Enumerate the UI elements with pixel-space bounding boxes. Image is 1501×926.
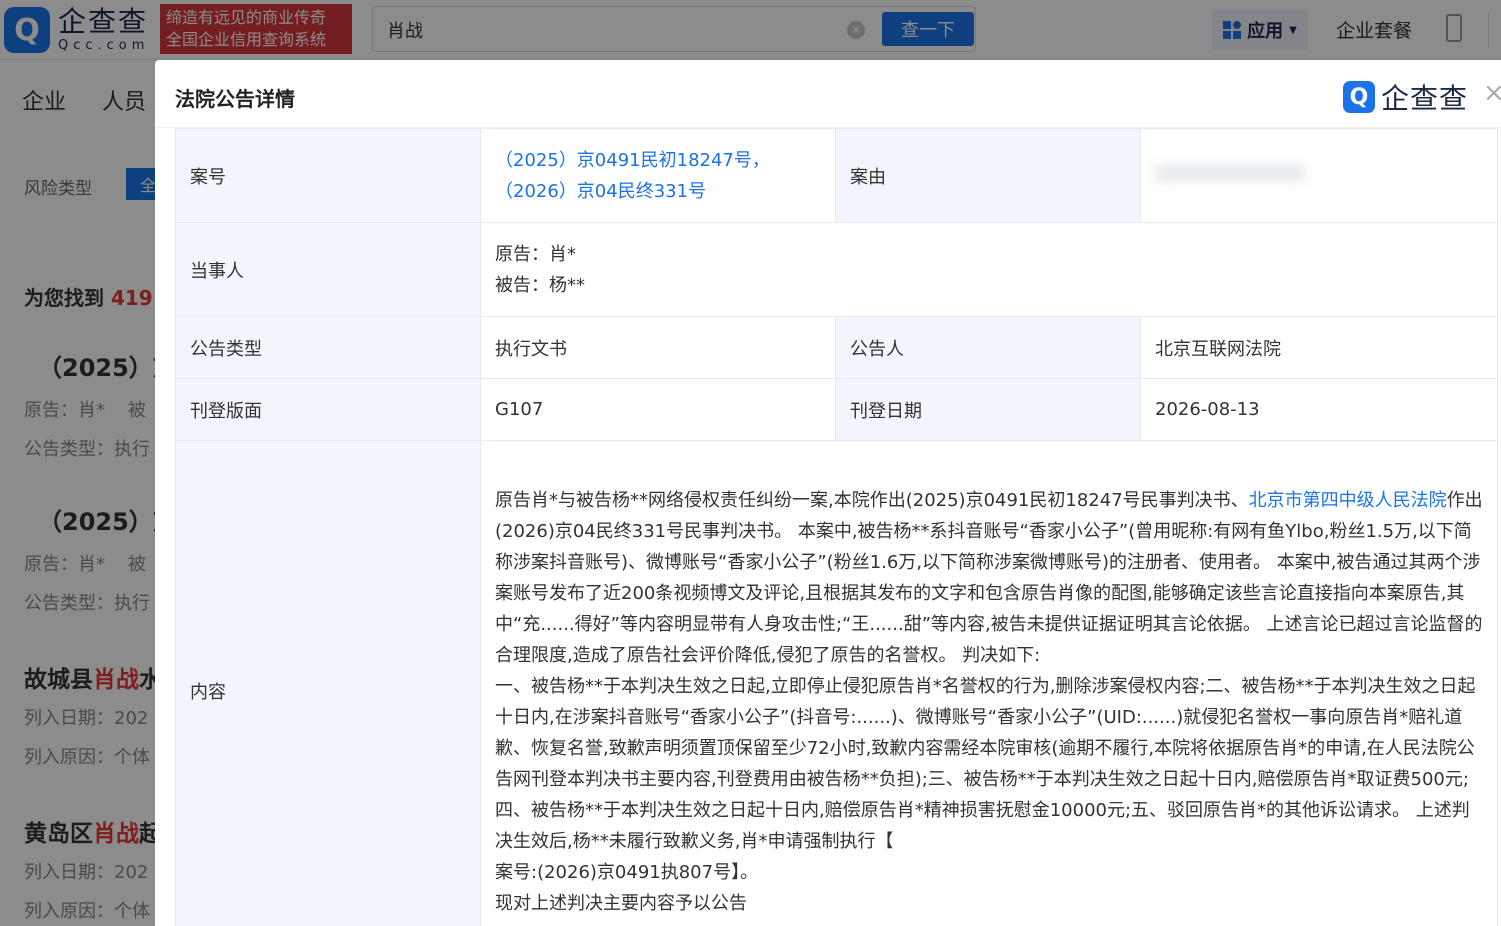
modal-title: 法院公告详情 (175, 87, 295, 111)
parties-label: 当事人 (175, 222, 481, 317)
court-notice-modal: 法院公告详情 Q 企查查 × 案号 （2025）京0491民初18247号，（2… (155, 60, 1501, 926)
announcer-label: 公告人 (835, 316, 1141, 379)
modal-header: 法院公告详情 Q 企查查 × (155, 60, 1501, 128)
case-number-link[interactable]: （2025）京0491民初18247号，（2026）京04民终331号 (495, 150, 770, 202)
table-row: 内容 原告肖*与被告杨**网络侵权责任纠纷一案,本院作出(2025)京0491民… (175, 440, 1498, 926)
modal-logo: Q 企查查 (1343, 77, 1468, 117)
close-icon[interactable]: × (1483, 80, 1501, 106)
qcc-logo-icon: Q (1343, 81, 1375, 113)
content-part-5: 现对上述判决主要内容予以公告 (495, 893, 747, 914)
case-cause-value (1140, 128, 1498, 223)
notice-detail-table: 案号 （2025）京0491民初18247号，（2026）京04民终331号 案… (175, 128, 1498, 926)
page-value: G107 (480, 378, 836, 441)
content-value: 原告肖*与被告杨**网络侵权责任纠纷一案,本院作出(2025)京0491民初18… (480, 440, 1498, 926)
modal-logo-text: 企查查 (1381, 82, 1469, 115)
notice-type-value: 执行文书 (480, 316, 836, 379)
case-number-value: （2025）京0491民初18247号，（2026）京04民终331号 (480, 128, 836, 223)
blurred-cause (1155, 164, 1305, 182)
table-row: 案号 （2025）京0491民初18247号，（2026）京04民终331号 案… (175, 128, 1498, 223)
table-row: 公告类型 执行文书 公告人 北京互联网法院 (175, 316, 1498, 379)
table-row: 当事人 原告：肖* 被告：杨** (175, 222, 1498, 317)
defendant: 被告：杨** (495, 274, 585, 296)
content-part-2: 作出(2026)京04民终331号民事判决书。 本案中,被告杨**系抖音账号“香… (495, 490, 1483, 666)
case-cause-label: 案由 (835, 128, 1141, 223)
plaintiff: 原告：肖* (495, 243, 576, 265)
notice-type-label: 公告类型 (175, 316, 481, 379)
parties-value: 原告：肖* 被告：杨** (480, 222, 1498, 317)
page-label: 刊登版面 (175, 378, 481, 441)
content-part-3: 一、被告杨**于本判决生效之日起,立即停止侵犯原告肖*名誉权的行为,删除涉案侵权… (495, 676, 1476, 852)
table-row: 刊登版面 G107 刊登日期 2026-08-13 (175, 378, 1498, 441)
publish-date-label: 刊登日期 (835, 378, 1141, 441)
content-part-1: 原告肖*与被告杨**网络侵权责任纠纷一案,本院作出(2025)京0491民初18… (495, 490, 1249, 511)
case-number-label: 案号 (175, 128, 481, 223)
content-label: 内容 (175, 440, 481, 926)
publish-date-value: 2026-08-13 (1140, 378, 1498, 441)
court-link[interactable]: 北京市第四中级人民法院 (1249, 490, 1447, 511)
content-part-4: 案号:(2026)京0491执807号】。 (495, 862, 759, 883)
announcer-value: 北京互联网法院 (1140, 316, 1498, 379)
